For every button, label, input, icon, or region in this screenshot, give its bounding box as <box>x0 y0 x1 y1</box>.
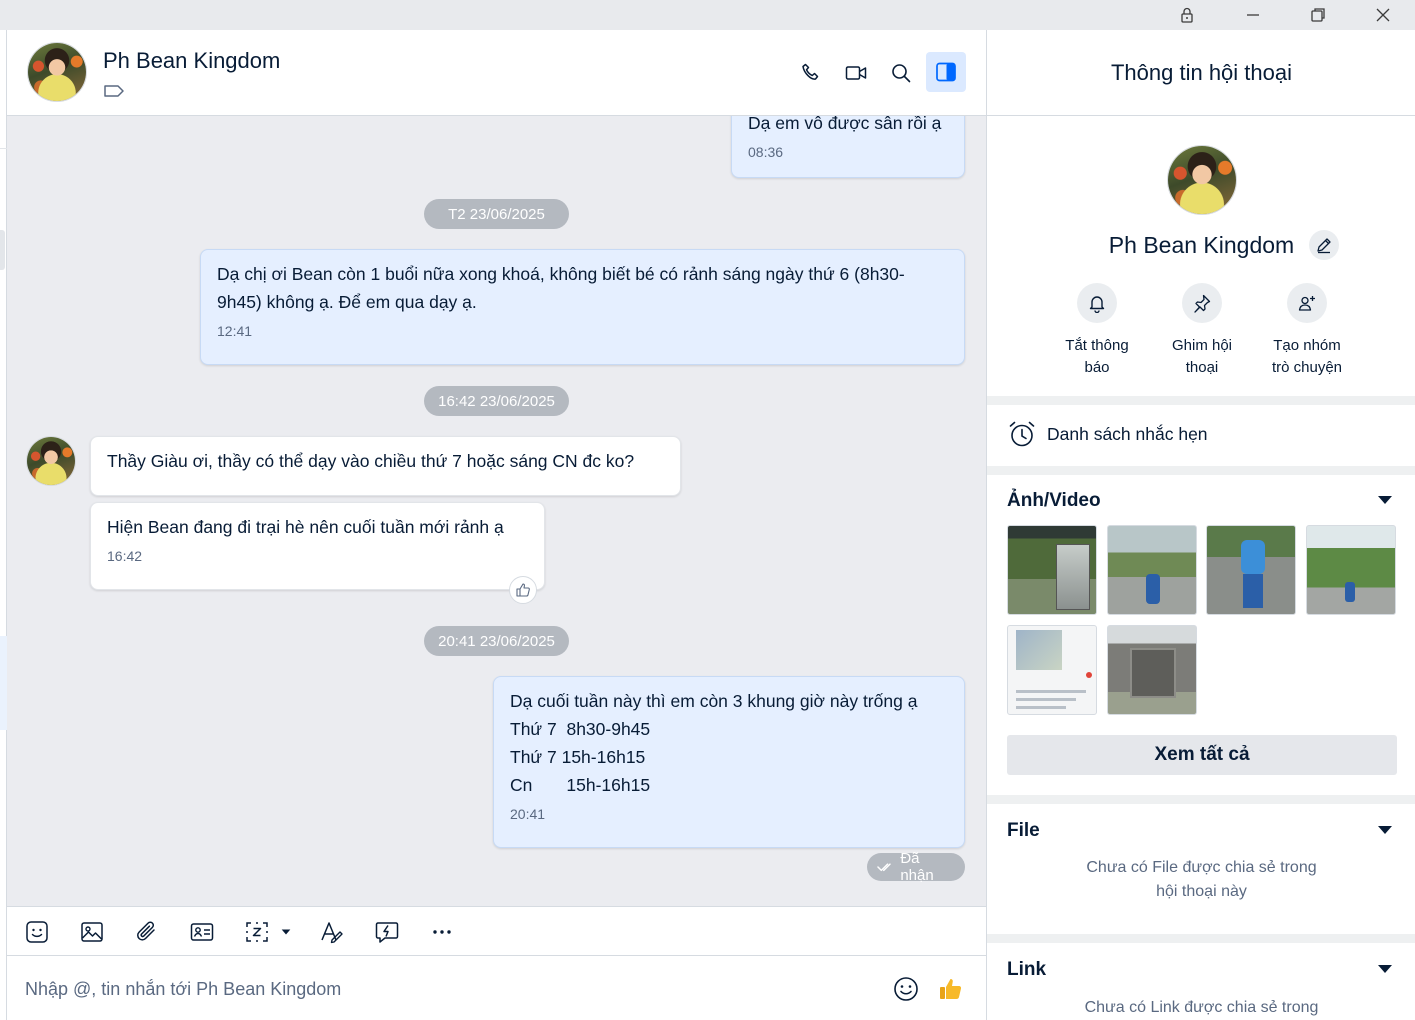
reminder-label: Danh sách nhắc hẹn <box>1047 424 1208 444</box>
phone-icon[interactable] <box>792 54 830 92</box>
pin-conversation-button[interactable]: Ghim hội thoại <box>1147 283 1257 379</box>
dropdown-caret-icon[interactable] <box>273 917 299 947</box>
alarm-clock-icon <box>1009 421 1035 447</box>
message-bubble[interactable]: Dạ cuối tuần này thì em còn 3 khung giờ … <box>493 676 965 848</box>
search-icon[interactable] <box>882 54 920 92</box>
message-bubble[interactable]: Thầy Giàu ơi, thầy có thể dạy vào chiều … <box>90 436 681 496</box>
video-call-icon[interactable] <box>837 54 875 92</box>
panel-title: Thông tin hội thoại <box>987 30 1415 116</box>
more-icon[interactable] <box>425 917 459 947</box>
add-group-icon <box>1287 283 1327 323</box>
contact-name[interactable]: Ph Bean Kingdom <box>103 48 280 74</box>
sender-avatar[interactable] <box>26 436 76 486</box>
media-thumbnail[interactable] <box>1007 625 1097 715</box>
profile-avatar[interactable] <box>1167 145 1237 215</box>
media-thumbnail[interactable] <box>1206 525 1296 615</box>
message-text: Dạ cuối tuần này thì em còn 3 khung giờ … <box>510 691 918 795</box>
link-section-title[interactable]: Link <box>1007 959 1046 981</box>
section-divider <box>987 396 1415 405</box>
reminder-list-item[interactable]: Danh sách nhắc hẹn <box>987 414 1415 466</box>
date-separator: T2 23/06/2025 <box>424 199 569 229</box>
contact-card-icon[interactable] <box>185 917 219 947</box>
media-thumbnail[interactable] <box>1007 525 1097 615</box>
file-empty-note: Chưa có File được chia sẻ trong hội thoạ… <box>1086 859 1317 900</box>
message-composer <box>7 956 986 1020</box>
sticker-icon[interactable] <box>20 917 54 947</box>
action-label: Tắt thông báo <box>1065 337 1129 376</box>
message-time: 16:42 <box>107 548 143 564</box>
media-thumbnail[interactable] <box>1306 525 1396 615</box>
date-separator: 20:41 23/06/2025 <box>424 626 569 656</box>
bell-icon <box>1077 283 1117 323</box>
message-bubble[interactable]: Hiện Bean đang đi trại hè nên cuối tuần … <box>90 502 545 590</box>
divider <box>0 148 7 149</box>
action-label: Ghim hội thoại <box>1171 337 1233 376</box>
quick-like-icon[interactable] <box>934 972 968 1006</box>
message-input[interactable] <box>25 974 865 1004</box>
media-section-title[interactable]: Ảnh/Video <box>1007 490 1101 512</box>
file-section-title[interactable]: File <box>1007 820 1040 842</box>
image-icon[interactable] <box>75 917 109 947</box>
emoji-icon[interactable] <box>889 972 923 1006</box>
message-text: Hiện Bean đang đi trại hè nên cuối tuần … <box>107 517 504 537</box>
date-separator: 16:42 23/06/2025 <box>424 386 569 416</box>
section-divider <box>987 795 1415 804</box>
mute-notifications-button[interactable]: Tắt thông báo <box>1042 283 1152 379</box>
create-group-button[interactable]: Tạo nhóm trò chuyện <box>1252 283 1362 379</box>
media-thumbnail[interactable] <box>1107 625 1197 715</box>
section-divider <box>987 466 1415 475</box>
window-titlebar <box>0 0 1415 30</box>
chat-header: Ph Bean Kingdom <box>7 30 986 116</box>
selected-conversation-highlight[interactable] <box>0 636 7 730</box>
message-time: 08:36 <box>748 144 784 160</box>
message-text: Dạ chị ơi Bean còn 1 buổi nữa xong khoá,… <box>217 264 905 312</box>
composer-toolbar <box>7 906 986 956</box>
attachment-icon[interactable] <box>130 917 164 947</box>
react-like-icon[interactable] <box>509 576 537 604</box>
conversation-info-panel: Thông tin hội thoại Ph Bean Kingdom Tắt … <box>986 30 1415 1020</box>
link-empty-note: Chưa có Link được chia sẻ trong <box>1084 999 1319 1016</box>
delivery-status-badge: Đã nhận <box>867 850 965 884</box>
lock-icon[interactable] <box>1164 0 1210 30</box>
toggle-panel-icon[interactable] <box>926 52 966 92</box>
restore-icon[interactable] <box>1295 0 1341 30</box>
message-time: 20:41 <box>510 806 546 822</box>
avatar[interactable] <box>27 42 87 102</box>
edit-name-icon[interactable] <box>1309 230 1339 260</box>
text-format-icon[interactable] <box>315 917 349 947</box>
message-bubble[interactable]: Dạ em vô được sân rồi ạ 08:36 <box>731 116 965 178</box>
message-bubble[interactable]: Dạ chị ơi Bean còn 1 buổi nữa xong khoá,… <box>200 249 965 365</box>
conversation-list-edge <box>0 30 7 1020</box>
message-time: 12:41 <box>217 323 253 339</box>
action-label: Tạo nhóm trò chuyện <box>1271 337 1343 376</box>
collapse-caret-icon[interactable] <box>1377 964 1393 974</box>
message-text: Thầy Giàu ơi, thầy có thể dạy vào chiều … <box>107 451 635 471</box>
collapse-caret-icon[interactable] <box>1377 495 1393 505</box>
quick-message-icon[interactable] <box>370 917 404 947</box>
pin-icon <box>1182 283 1222 323</box>
delivery-status-text: Đã nhận <box>900 850 934 884</box>
tag-icon[interactable] <box>103 82 125 100</box>
scroll-handle[interactable] <box>0 230 5 270</box>
media-thumbnail[interactable] <box>1107 525 1197 615</box>
profile-name: Ph Bean Kingdom <box>1108 232 1295 258</box>
message-text: Dạ em vô được sân rồi ạ <box>748 116 942 133</box>
view-all-button[interactable]: Xem tất cả <box>1007 735 1397 775</box>
screenshot-icon[interactable] <box>240 917 274 947</box>
message-list[interactable]: Dạ em vô được sân rồi ạ 08:36 T2 23/06/2… <box>7 116 986 906</box>
section-divider <box>987 934 1415 943</box>
collapse-caret-icon[interactable] <box>1377 825 1393 835</box>
double-check-icon <box>877 863 891 872</box>
minimize-icon[interactable] <box>1230 0 1276 30</box>
close-icon[interactable] <box>1360 0 1406 30</box>
